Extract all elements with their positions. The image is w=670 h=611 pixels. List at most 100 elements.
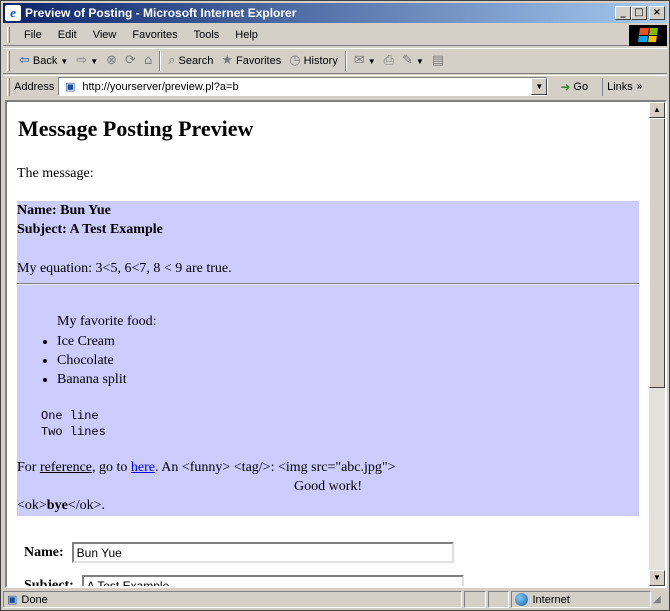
name-field[interactable] xyxy=(71,542,454,563)
message-name: Name: Bun Yue xyxy=(17,203,111,218)
page-icon: ▣ xyxy=(7,594,18,606)
name-row: Name: xyxy=(24,542,454,563)
mail-icon: ✉ xyxy=(353,53,365,68)
stop-icon: ⊗ xyxy=(106,53,118,68)
ref-word: reference xyxy=(39,460,93,475)
chevron-down-icon[interactable]: ▼ xyxy=(416,57,424,66)
menu-help[interactable]: Help xyxy=(227,27,266,43)
chevron-down-icon[interactable]: ▼ xyxy=(60,57,68,66)
scroll-thumb[interactable] xyxy=(649,118,665,388)
food-title: My favorite food: xyxy=(57,314,157,329)
subject-field[interactable] xyxy=(81,575,464,586)
links-toolbar[interactable]: Links » xyxy=(602,77,643,96)
ie-logo-icon: e xyxy=(5,5,21,21)
refresh-button[interactable]: ⟳ xyxy=(121,52,140,70)
status-text: Done xyxy=(21,593,48,606)
status-text-cell: ▣ Done xyxy=(3,591,462,608)
zone-label: Internet xyxy=(532,593,570,606)
message-subject: Subject: A Test Example xyxy=(17,222,163,237)
toolbar-grip[interactable] xyxy=(7,27,10,43)
standard-toolbar: ⇦ Back ▼ ⇨ ▼ ⊗ ⟳ ⌂ ⌕ Search ★ Favorites … xyxy=(3,48,667,74)
document: Message Posting Preview The message: Nam… xyxy=(7,102,651,586)
security-zone[interactable]: Internet xyxy=(511,591,652,608)
menu-favorites[interactable]: Favorites xyxy=(124,27,185,43)
subject-label: Subject: xyxy=(24,577,74,587)
menu-file[interactable]: File xyxy=(16,27,50,43)
ref-suffix: . An <funny> <tag/>: <img src="abc.jpg"> xyxy=(155,460,396,475)
minimize-button[interactable]: _ xyxy=(615,6,631,20)
forward-button[interactable]: ⇨ ▼ xyxy=(72,52,102,70)
menu-view[interactable]: View xyxy=(85,27,125,43)
home-button[interactable]: ⌂ xyxy=(140,52,156,70)
maximize-button[interactable]: □ xyxy=(631,6,647,20)
status-lock-cell xyxy=(487,591,510,608)
subject-row: Subject: xyxy=(24,575,464,586)
status-bar: ▣ Done Internet ◢ xyxy=(3,590,667,609)
print-icon: ⎙ xyxy=(383,53,395,68)
preformatted-text: One line Two lines xyxy=(41,409,106,439)
window-controls: _ □ × xyxy=(615,6,665,20)
list-item: Banana split xyxy=(57,370,127,389)
status-progress-cell xyxy=(463,591,486,608)
search-button[interactable]: ⌕ Search xyxy=(164,52,217,70)
scroll-up-button[interactable]: ▲ xyxy=(649,102,665,118)
print-button[interactable]: ⎙ xyxy=(380,52,398,70)
address-dropdown-button[interactable]: ▼ xyxy=(531,78,548,95)
ok-line: <ok>bye</ok>. xyxy=(17,498,105,514)
window-title: Preview of Posting - Microsoft Internet … xyxy=(25,6,297,20)
refresh-icon: ⟳ xyxy=(125,53,136,68)
browser-window: e Preview of Posting - Microsoft Interne… xyxy=(0,0,670,611)
scroll-down-button[interactable]: ▼ xyxy=(649,570,665,586)
forward-arrow-icon: ⇨ xyxy=(76,53,88,68)
chevron-right-icon[interactable]: » xyxy=(637,81,643,92)
search-label: Search xyxy=(178,55,214,67)
chevron-down-icon[interactable]: ▼ xyxy=(368,57,376,66)
chevron-down-icon[interactable]: ▼ xyxy=(90,57,98,66)
address-label: Address xyxy=(14,80,55,93)
divider xyxy=(17,283,639,285)
toolbar-separator xyxy=(344,51,347,71)
toolbar-separator xyxy=(159,51,162,71)
discuss-button[interactable]: ▤ xyxy=(428,52,448,70)
name-label: Name: xyxy=(24,544,64,560)
vertical-scrollbar[interactable]: ▲ ▼ xyxy=(649,102,665,586)
address-input[interactable]: http://yourserver/preview.pl?a=b xyxy=(82,81,531,93)
back-label: Back xyxy=(32,55,58,67)
edit-button[interactable]: ✎ ▼ xyxy=(398,52,428,70)
back-button[interactable]: ⇦ Back ▼ xyxy=(15,52,72,70)
page-title: Message Posting Preview xyxy=(18,116,254,141)
ok-prefix: <ok> xyxy=(17,498,47,513)
stop-button[interactable]: ⊗ xyxy=(102,52,121,70)
discuss-icon: ▤ xyxy=(431,53,445,68)
back-arrow-icon: ⇦ xyxy=(19,53,30,68)
message-preview: Name: Bun Yue Subject: A Test Example My… xyxy=(17,201,639,516)
title-bar[interactable]: e Preview of Posting - Microsoft Interne… xyxy=(3,3,667,23)
resize-grip-icon[interactable]: ◢ xyxy=(653,593,667,607)
ok-suffix: </ok>. xyxy=(67,498,105,513)
page-icon: ▣ xyxy=(65,80,76,93)
reference-line: For reference, go to here. An <funny> <t… xyxy=(17,460,396,476)
globe-icon xyxy=(515,593,529,606)
close-button[interactable]: × xyxy=(649,6,665,20)
history-label: History xyxy=(303,55,338,67)
mail-button[interactable]: ✉ ▼ xyxy=(350,52,380,70)
favorites-button[interactable]: ★ Favorites xyxy=(217,52,285,70)
food-list: Ice Cream Chocolate Banana split xyxy=(17,332,127,389)
home-icon: ⌂ xyxy=(143,53,153,68)
list-item: Chocolate xyxy=(57,351,127,370)
toolbar-grip[interactable] xyxy=(7,51,10,71)
go-button[interactable]: ➜ Go xyxy=(556,80,592,94)
search-icon: ⌕ xyxy=(168,53,176,68)
here-link[interactable]: here xyxy=(131,460,155,475)
history-button[interactable]: ◷ History xyxy=(285,52,342,70)
go-arrow-icon: ➜ xyxy=(560,79,571,94)
menu-edit[interactable]: Edit xyxy=(50,27,85,43)
menu-tools[interactable]: Tools xyxy=(186,27,228,43)
toolbar-grip[interactable] xyxy=(7,77,10,96)
favorites-label: Favorites xyxy=(236,55,282,67)
address-field[interactable]: ▣ http://yourserver/preview.pl?a=b ▼ xyxy=(58,77,549,96)
go-label: Go xyxy=(573,80,589,93)
menu-bar: File Edit View Favorites Tools Help xyxy=(3,24,667,46)
address-bar: Address ▣ http://yourserver/preview.pl?a… xyxy=(3,75,667,97)
good-work-text: Good work! xyxy=(293,479,363,494)
